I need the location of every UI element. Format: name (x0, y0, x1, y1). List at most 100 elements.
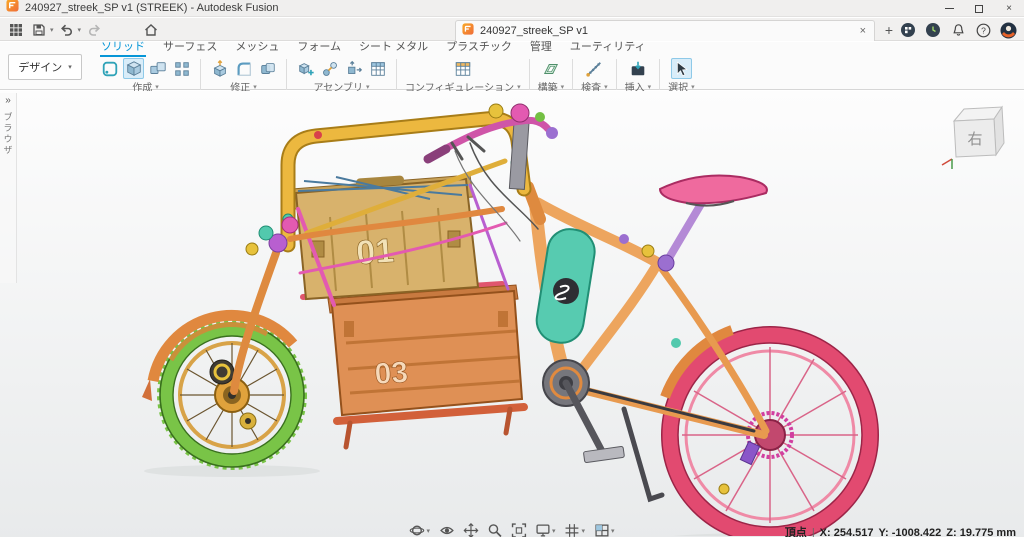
save-dropdown-icon[interactable]: ▾ (50, 26, 54, 34)
svg-text:?: ? (981, 25, 986, 35)
insert-icon (629, 60, 647, 78)
ribbon-tabs: ソリッド サーフェス メッシュ フォーム シート メタル プラスチック 管理 ユ… (92, 42, 1024, 57)
design-menu-label: デザイン (18, 59, 62, 75)
tab-plastic[interactable]: プラスチック (445, 38, 513, 57)
viewport-canvas[interactable]: » ブラウザ (0, 91, 1024, 544)
fusion-logo-icon (6, 0, 19, 17)
viewports-icon (594, 523, 609, 538)
modify-presspull-button[interactable] (209, 58, 230, 79)
viewports-button[interactable]: ▾ (594, 523, 615, 538)
window-title: 240927_streek_SP v1 (STREEK) - Autodesk … (25, 2, 279, 14)
modify-fillet-button[interactable] (233, 58, 254, 79)
fit-button[interactable] (511, 523, 526, 538)
create-derive-button[interactable] (147, 58, 168, 79)
axis-x (942, 159, 952, 165)
group-insert: 挿入▾ (618, 58, 659, 94)
bottom-strip (0, 537, 1024, 544)
group-assembly: アセンブリ▾ (288, 58, 395, 94)
close-button[interactable]: × (994, 0, 1024, 17)
create-solid-icon (125, 60, 143, 78)
notifications-bell-icon[interactable] (948, 20, 968, 40)
zoom-button[interactable] (487, 523, 502, 538)
job-status-icon[interactable] (923, 20, 943, 40)
tab-manage[interactable]: 管理 (529, 38, 553, 57)
minimize-button[interactable] (934, 0, 964, 17)
tab-mesh[interactable]: メッシュ (234, 38, 280, 57)
tab-form[interactable]: フォーム (296, 38, 342, 57)
orbit-button[interactable]: ▾ (409, 523, 430, 538)
modify-presspull-icon (211, 60, 229, 78)
insert-button[interactable] (627, 58, 648, 79)
ribbon: デザイン ▾ ソリッド サーフェス メッシュ フォーム シート メタル プラスチ… (0, 42, 1024, 90)
undo-button[interactable] (57, 20, 77, 40)
construct-plane-button[interactable] (540, 58, 561, 79)
storage-box-bottom[interactable]: 03 (328, 281, 522, 415)
display-settings-button[interactable]: ▾ (535, 523, 556, 538)
construct-plane-icon (542, 60, 560, 78)
assembly-new-component-button[interactable] (295, 58, 316, 79)
create-solid-button[interactable] (123, 58, 144, 79)
create-sketch-button[interactable] (99, 58, 120, 79)
saddle-assembly[interactable] (658, 176, 767, 272)
grid-icon (565, 523, 580, 538)
create-pattern-icon (173, 60, 191, 78)
assembly-joint-button[interactable] (319, 58, 340, 79)
home-button[interactable] (140, 20, 162, 40)
tab-surface[interactable]: サーフェス (162, 38, 218, 57)
chevron-down-icon: ▾ (68, 63, 72, 71)
assembly-bom-icon (369, 60, 387, 78)
assembly-new-component-icon (297, 60, 315, 78)
window-controls: × (934, 0, 1024, 17)
design-menu-button[interactable]: デザイン ▾ (8, 54, 82, 80)
viewcube-face-label: 右 (967, 131, 982, 148)
inspect-measure-button[interactable] (584, 58, 605, 79)
inspect-measure-icon (585, 60, 603, 78)
modify-combine-icon (259, 60, 277, 78)
navigation-bar: ▾ ▾ ▾ ▾ (409, 523, 614, 538)
configuration-table-icon (454, 60, 472, 78)
assembly-bom-button[interactable] (367, 58, 388, 79)
maximize-button[interactable] (964, 0, 994, 17)
document-tab-label: 240927_streek_SP v1 (480, 25, 852, 37)
account-toolbar: ? (898, 19, 1018, 41)
user-avatar[interactable] (998, 20, 1018, 40)
create-sketch-icon (101, 60, 119, 78)
box-top-number: 01 (355, 232, 395, 273)
drivetrain[interactable] (543, 360, 754, 499)
redo-button[interactable] (84, 20, 104, 40)
zoom-icon (487, 523, 502, 538)
viewcube[interactable]: 右 (938, 97, 1012, 171)
new-tab-button[interactable]: + (879, 20, 899, 40)
grid-snap-button[interactable]: ▾ (565, 523, 586, 538)
tab-close-icon[interactable]: × (858, 25, 868, 37)
create-pattern-button[interactable] (171, 58, 192, 79)
select-button[interactable] (671, 58, 692, 79)
orbit-icon (409, 523, 424, 538)
look-at-button[interactable] (439, 523, 454, 538)
extensions-icon[interactable] (898, 20, 918, 40)
fit-icon (511, 523, 526, 538)
assembly-joint-icon (321, 60, 339, 78)
tab-strip: 240927_streek_SP v1 × + (455, 18, 899, 41)
modify-combine-button[interactable] (257, 58, 278, 79)
assembly-position-icon (345, 60, 363, 78)
assembly-position-button[interactable] (343, 58, 364, 79)
help-icon[interactable]: ? (973, 20, 993, 40)
create-derive-icon (149, 60, 167, 78)
tab-solid[interactable]: ソリッド (100, 38, 146, 57)
select-cursor-icon (672, 60, 690, 78)
tab-utility[interactable]: ユーティリティ (569, 38, 647, 57)
cargo-trike-model[interactable]: 03 01 (0, 91, 1024, 536)
group-modify: 修正▾ (202, 58, 285, 94)
group-configuration: コンフィギュレーション▾ (398, 58, 528, 94)
configuration-table-button[interactable] (452, 58, 473, 79)
save-button[interactable] (29, 20, 49, 40)
group-construct: 構築▾ (531, 58, 572, 94)
data-panel-icon[interactable] (6, 20, 26, 40)
undo-dropdown-icon[interactable]: ▾ (78, 26, 82, 34)
group-select: 選択▾ (661, 58, 702, 94)
document-tab[interactable]: 240927_streek_SP v1 × (455, 20, 875, 41)
modify-fillet-icon (235, 60, 253, 78)
pan-button[interactable] (463, 523, 478, 538)
tab-sheetmetal[interactable]: シート メタル (358, 38, 429, 57)
